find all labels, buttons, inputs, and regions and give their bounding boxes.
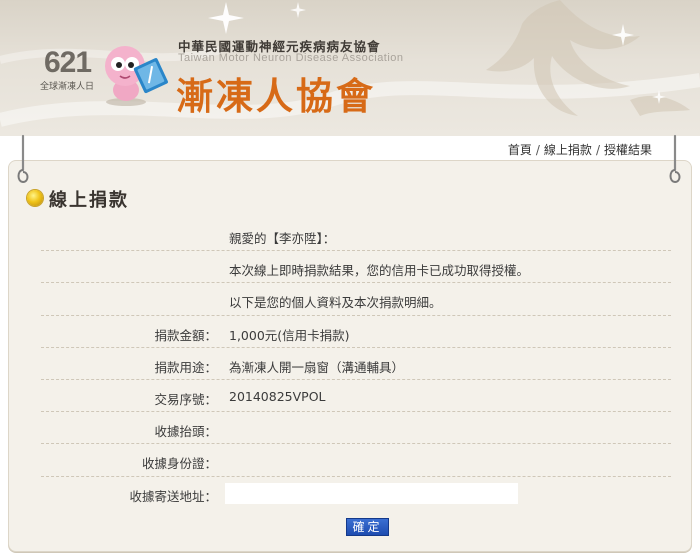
breadcrumb-home-link[interactable]: 首頁 (508, 141, 532, 158)
day-caption: 全球漸凍人日 (40, 82, 95, 92)
day-number: 621 (44, 46, 92, 79)
receipt-title-row: 收據抬頭： (41, 412, 671, 445)
receipt-address-row: 收據寄送地址： (41, 477, 671, 509)
transaction-row: 交易序號： 20140825VPOL (41, 380, 671, 413)
greeting-text: 親愛的【李亦陞】： (229, 231, 336, 246)
sparkle-icon (652, 90, 666, 104)
mascot-illustration (105, 46, 168, 106)
result-text: 本次線上即時捐款結果，您的信用卡已成功取得授權。 (229, 263, 530, 279)
paperclip-hook-icon (669, 134, 681, 184)
paperclip-hook-icon (17, 134, 29, 184)
yellow-dot-icon (27, 190, 43, 206)
amount-label: 捐款金額： (154, 327, 217, 343)
receipt-id-row: 收據身份證： (41, 444, 671, 477)
sparkle-icon (612, 24, 634, 46)
receipt-title-label: 收據抬頭： (154, 424, 217, 440)
details-intro-text: 以下是您的個人資料及本次捐款明細。 (229, 295, 442, 311)
details-intro-row: 以下是您的個人資料及本次捐款明細。 (41, 283, 671, 316)
transaction-label: 交易序號： (154, 391, 217, 407)
breadcrumb-donation-link[interactable]: 線上捐款 (544, 141, 592, 158)
section-title: 線上捐款 (49, 190, 129, 211)
breadcrumb-separator: / (595, 143, 600, 157)
breadcrumb-separator: / (535, 143, 540, 157)
receipt-address-field (225, 482, 518, 504)
amount-row: 捐款金額： 1,000元(信用卡捐款) (41, 316, 671, 348)
greeting-row: 親愛的【李亦陞】： (41, 219, 671, 252)
purpose-value: 為漸凍人開一扇窗（溝通輔具） (229, 359, 405, 375)
purpose-row: 捐款用途： 為漸凍人開一扇窗（溝通輔具） (41, 348, 671, 380)
panel-content: 線上捐款 親愛的【李亦陞】： 本次線上即時捐款結果，您的信用卡已成功取得授權。 … (19, 169, 681, 543)
receipt-address-label: 收據寄送地址： (129, 488, 217, 504)
confirm-button[interactable]: 確定 (346, 518, 389, 536)
receipt-id-label: 收據身份證： (141, 456, 217, 472)
donation-details: 親愛的【李亦陞】： 本次線上即時捐款結果，您的信用卡已成功取得授權。 以下是您的… (41, 219, 671, 509)
header-banner: 621 全球漸凍人日 中華民國運動神經元疾病病友協會 Taiwan Motor … (0, 0, 700, 136)
donation-result-panel: 線上捐款 親愛的【李亦陞】： 本次線上即時捐款結果，您的信用卡已成功取得授權。 … (8, 160, 692, 552)
breadcrumb: 首頁 / 線上捐款 / 授權結果 (508, 141, 652, 158)
sparkle-icon (290, 2, 306, 18)
transaction-value: 20140825VPOL (229, 388, 326, 404)
purpose-label: 捐款用途： (154, 359, 217, 375)
amount-value: 1,000元(信用卡捐款) (229, 327, 350, 343)
sparkle-icon (208, 2, 244, 34)
result-row: 本次線上即時捐款結果，您的信用卡已成功取得授權。 (41, 251, 671, 284)
org-english-name: Taiwan Motor Neuron Disease Association (178, 52, 404, 64)
breadcrumb-current: 授權結果 (603, 143, 652, 157)
org-short-name: 漸凍人協會 (176, 75, 376, 118)
